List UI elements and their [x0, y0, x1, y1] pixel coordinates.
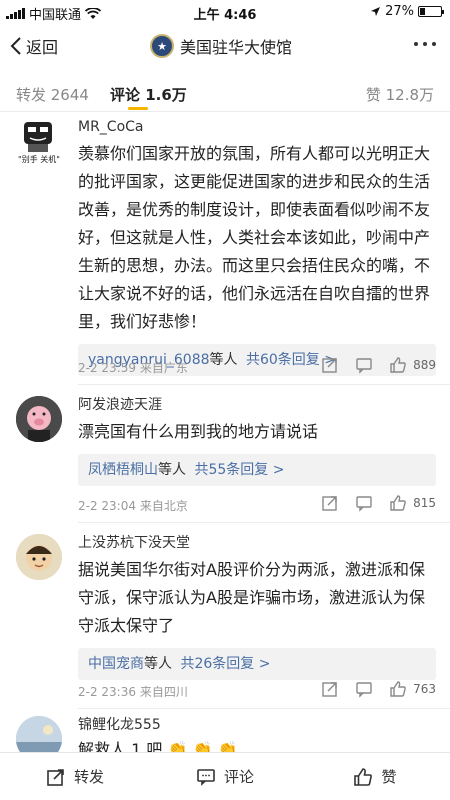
nav-bar: 返回 ★ 美国驻华大使馆 [0, 24, 450, 70]
comment-meta: 2-2 23:59 来自广东 889 [78, 356, 436, 376]
comment-icon[interactable] [355, 494, 373, 512]
more-options-icon[interactable] [414, 42, 436, 46]
like-label: 赞 [381, 768, 397, 786]
active-tab-indicator [128, 107, 148, 110]
comment-item: 锦鲤化龙555 解救人 1 吧 👏 👏 👏 [0, 716, 450, 752]
tab-bar: 转发 2644 评论 1.6万 赞 12.8万 [0, 76, 450, 112]
comment-timestamp: 2-2 23:36 来自四川 [78, 683, 188, 700]
cartoon-avatar-icon [16, 534, 62, 580]
tab-like[interactable]: 赞 12.8万 [366, 84, 434, 105]
comment-time: 2-2 23:04 [78, 499, 136, 513]
like-count: 763 [413, 682, 436, 696]
thumbs-up-icon[interactable] [389, 356, 407, 374]
comment-icon[interactable] [355, 356, 373, 374]
comment-time: 2-2 23:59 [78, 361, 136, 375]
reply-summary[interactable]: 中国宠商等人 共26条回复 > [78, 648, 436, 680]
comment-text: 羡慕你们国家开放的氛围，所有人都可以光明正大的批评国家，这更能促进国家的进步和民… [78, 144, 431, 331]
reply-user[interactable]: 中国宠商 [88, 656, 144, 672]
reply-total[interactable]: 共26条回复 > [180, 656, 270, 672]
location-icon [371, 7, 381, 16]
battery-fill [420, 8, 425, 15]
share-icon[interactable] [321, 680, 339, 698]
comment-username[interactable]: MR_CoCa [78, 118, 436, 136]
like-count: 815 [413, 496, 436, 510]
avatar[interactable] [16, 534, 62, 580]
comment-timestamp: 2-2 23:59 来自广东 [78, 359, 188, 376]
comment-source: 来自四川 [139, 685, 188, 699]
comment-username[interactable]: 阿发浪迹天涯 [78, 396, 436, 414]
pig-avatar-icon [16, 396, 62, 442]
avatar-caption: "别手 关机" [18, 155, 60, 164]
comment-icon [197, 768, 215, 786]
comment-time: 2-2 23:36 [78, 685, 136, 699]
comment-text: 解救人 1 吧 👏 👏 👏 [78, 740, 238, 752]
status-bar: 中国联通 上午 4:46 27% [0, 0, 450, 24]
page-title: 美国驻华大使馆 [180, 38, 293, 57]
reply-user[interactable]: 凤栖梧桐山 [88, 462, 158, 478]
like-count: 889 [413, 358, 436, 372]
reply-suffix: 等人 [158, 462, 186, 478]
battery-icon [418, 6, 444, 17]
back-button[interactable]: 返回 [10, 34, 58, 58]
tab-comment[interactable]: 评论 1.6万 [110, 84, 187, 105]
repost-label: 转发 [73, 768, 104, 786]
thumbs-up-icon [354, 767, 373, 786]
divider [78, 522, 450, 523]
comment-source: 来自广东 [139, 361, 188, 375]
repost-button[interactable]: 转发 [0, 753, 150, 800]
comment-timestamp: 2-2 23:04 来自北京 [78, 497, 188, 514]
comment-button[interactable]: 评论 [150, 753, 300, 800]
divider [78, 384, 450, 385]
chevron-left-icon [10, 37, 21, 55]
landscape-avatar-icon [16, 716, 62, 752]
comment-source: 来自北京 [139, 499, 188, 513]
thumbs-up-icon[interactable] [389, 680, 407, 698]
share-icon[interactable] [321, 494, 339, 512]
comment-label: 评论 [223, 768, 254, 786]
tab-repost[interactable]: 转发 2644 [16, 84, 89, 105]
comment-icon[interactable] [355, 680, 373, 698]
status-right: 27% [370, 4, 444, 19]
avatar[interactable] [16, 716, 62, 752]
back-label: 返回 [26, 38, 59, 57]
comment-username[interactable]: 锦鲤化龙555 [78, 716, 436, 734]
comment-meta: 2-2 23:04 来自北京 815 [78, 494, 436, 514]
comment-meta: 2-2 23:36 来自四川 763 [78, 680, 436, 700]
share-icon[interactable] [321, 356, 339, 374]
bottom-action-bar: 转发 评论 赞 [0, 752, 450, 800]
embassy-seal-icon: ★ [150, 34, 174, 58]
page-title-group[interactable]: ★ 美国驻华大使馆 [150, 34, 292, 58]
like-button[interactable]: 赞 [300, 753, 450, 800]
comment-username[interactable]: 上没苏杭下没天堂 [78, 534, 436, 552]
reply-suffix: 等人 [144, 656, 172, 672]
thumbs-up-icon[interactable] [389, 494, 407, 512]
reply-summary[interactable]: 凤栖梧桐山等人 共55条回复 > [78, 454, 436, 486]
divider [78, 708, 450, 709]
avatar[interactable] [16, 396, 62, 442]
comment-text: 漂亮国有什么用到我的地方请说话 [78, 422, 319, 441]
comment-text: 据说美国华尔街对A股评价分为两派，激进派和保守派，保守派认为A股是诈骗市场，激进… [78, 560, 425, 635]
battery-percent: 27% [385, 4, 414, 19]
share-icon [47, 768, 64, 786]
reply-total[interactable]: 共55条回复 > [194, 462, 284, 478]
